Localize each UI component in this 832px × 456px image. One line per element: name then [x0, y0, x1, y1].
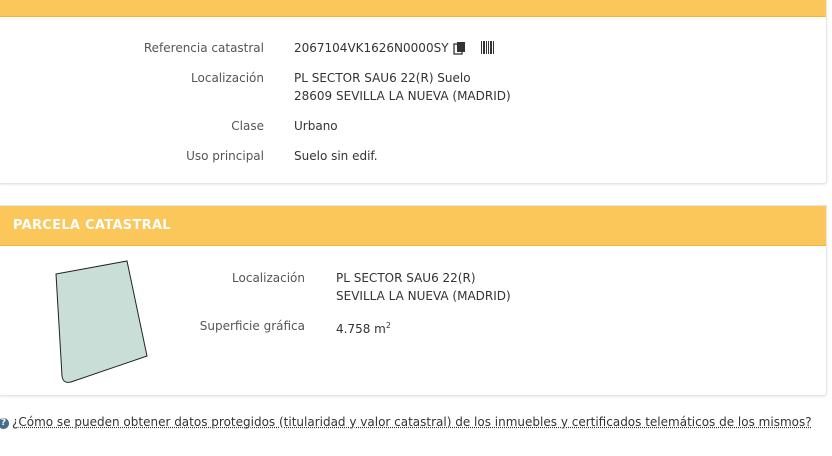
- superficie-number: 4.758 m: [336, 322, 386, 336]
- clase-label: Clase: [231, 119, 264, 133]
- copy-icon[interactable]: [453, 41, 467, 55]
- localizacion-line1: PL SECTOR SAU6 22(R) Suelo: [294, 71, 471, 85]
- uso-principal-value: Suelo sin edif.: [294, 149, 378, 163]
- superficie-unit-sup: 2: [385, 321, 391, 330]
- help-row: ? ¿Cómo se pueden obtener datos protegido…: [0, 413, 812, 431]
- superficie-value: 4.758 m2: [336, 317, 391, 338]
- parcela-localizacion-line1: PL SECTOR SAU6 22(R): [336, 271, 476, 285]
- uso-principal-label: Uso principal: [186, 149, 264, 163]
- parcela-localizacion-label: Localización: [232, 271, 305, 285]
- parcela-panel: PARCELA CATASTRAL Localización PL SECTOR…: [0, 205, 827, 396]
- parcela-localizacion-line2: SEVILLA LA NUEVA (MADRID): [336, 289, 511, 303]
- help-link[interactable]: ¿Cómo se pueden obtener datos protegidos…: [12, 415, 812, 429]
- question-icon: ?: [0, 418, 9, 429]
- localizacion-label: Localización: [191, 71, 264, 85]
- inmueble-panel: DATOS DESCRIPTIVOS DEL INMUEBLE Referenc…: [0, 0, 827, 184]
- barcode-icon[interactable]: [481, 41, 494, 54]
- parcela-panel-header: PARCELA CATASTRAL: [0, 206, 826, 246]
- inmueble-panel-header: DATOS DESCRIPTIVOS DEL INMUEBLE: [0, 0, 826, 17]
- superficie-label: Superficie gráfica: [199, 319, 305, 333]
- localizacion-line2: 28609 SEVILLA LA NUEVA (MADRID): [294, 89, 511, 103]
- referencia-value: 2067104VK1626N0000SY: [294, 41, 449, 55]
- clase-value: Urbano: [294, 119, 338, 133]
- referencia-label: Referencia catastral: [143, 41, 264, 55]
